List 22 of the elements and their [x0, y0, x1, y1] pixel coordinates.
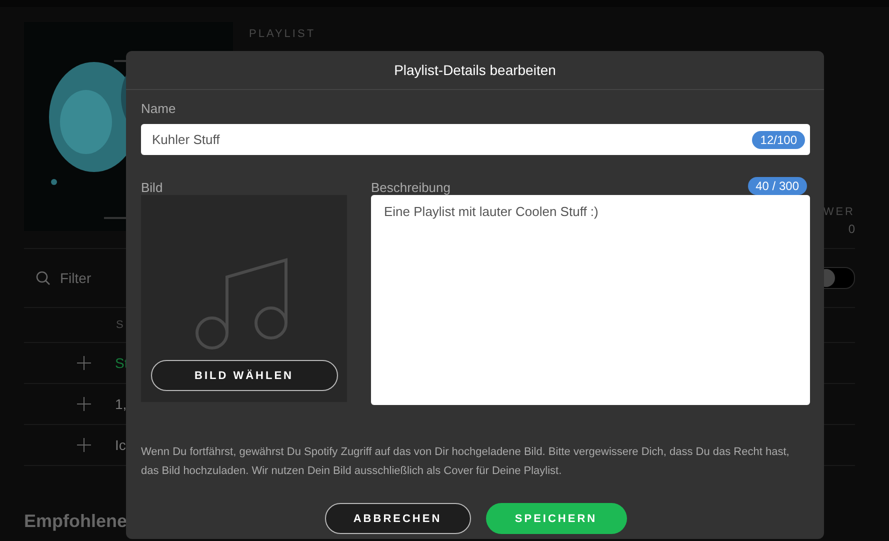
stat-label: WER [823, 206, 855, 218]
track-title: Ic [115, 437, 126, 453]
image-label: Bild [141, 180, 163, 195]
name-label: Name [141, 101, 177, 116]
description-field[interactable]: Eine Playlist mit lauter Coolen Stuff :) [371, 195, 810, 405]
description-label: Beschreibung [371, 180, 450, 195]
disclaimer-text: Wenn Du fortfährst, gewährst Du Spotify Zugriff auf das von Dir hochgeladene Bild. Bitte vergewissere Dich, dass Du das Recht hast, das Bild hochzuladen. Wir nutzen Dein Bild ausschließlich als Cover für Deine Playlist. [141, 445, 790, 479]
character-counter: 12/100 [752, 131, 805, 149]
character-counter: 40 / 300 [748, 177, 807, 195]
choose-image-button[interactable]: BILD WÄHLEN [150, 360, 338, 391]
dialog-title: Playlist-Details bearbeiten [126, 51, 824, 90]
plus-icon[interactable] [77, 356, 91, 370]
filter-field[interactable]: Filter [60, 270, 120, 286]
column-header: S [116, 319, 126, 331]
cancel-button[interactable]: ABBRECHEN [324, 503, 470, 534]
plus-icon[interactable] [77, 397, 91, 411]
stat-value: 0 [848, 222, 855, 236]
search-icon [36, 271, 50, 285]
type-label: PLAYLIST [249, 28, 317, 40]
plus-icon[interactable] [77, 438, 91, 452]
track-title: 1, [115, 396, 127, 412]
section-title: Empfohlene [24, 510, 128, 532]
